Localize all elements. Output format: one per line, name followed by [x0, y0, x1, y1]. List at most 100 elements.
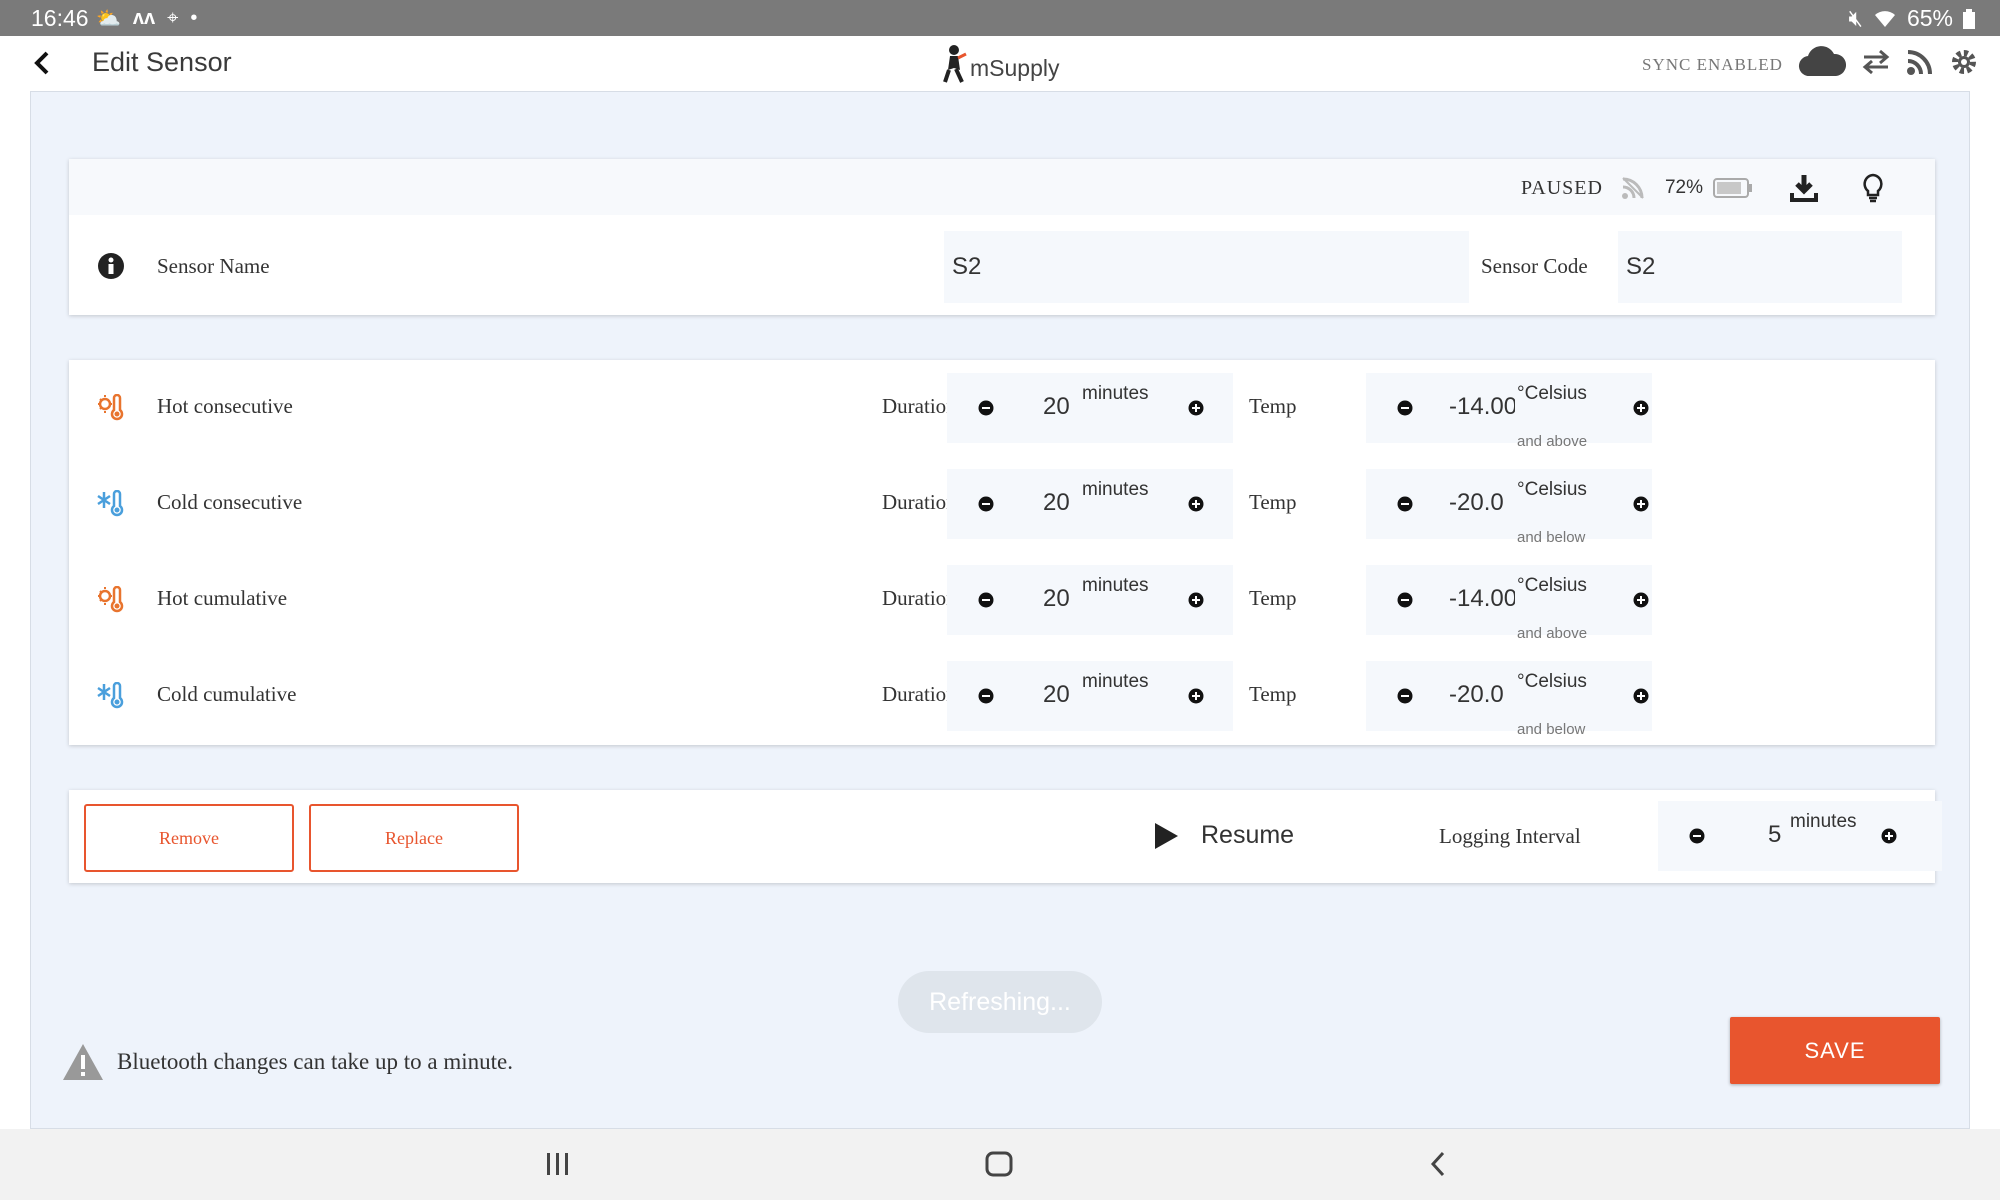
temp-stepper: -20.0 °Celsius and below [1366, 661, 1654, 738]
logging-interval-value[interactable]: 5 [1768, 821, 1781, 849]
temp-qualifier: and above [1517, 625, 1588, 642]
app-notification-icon: ʌʌ [132, 7, 156, 29]
status-time: 16:46 [31, 5, 89, 31]
android-nav-bar [0, 1129, 2000, 1200]
warning-message: Bluetooth changes can take up to a minut… [117, 1049, 513, 1074]
temp-stepper: -14.00 °Celsius and above [1366, 373, 1654, 450]
temp-value[interactable]: -14.00 [1449, 585, 1515, 613]
duration-unit: minutes [1082, 575, 1149, 596]
sensor-name-input[interactable]: S2 [944, 231, 1469, 303]
decrement-button[interactable] [1392, 395, 1418, 421]
decrement-button[interactable] [973, 587, 999, 613]
page-title: Edit Sensor [92, 47, 232, 77]
increment-button[interactable] [1183, 683, 1209, 709]
duration-stepper: 20 minutes [947, 565, 1233, 635]
temp-stepper: -14.00 °Celsius and above [1366, 565, 1654, 642]
increment-button[interactable] [1876, 823, 1902, 849]
info-icon [98, 253, 124, 279]
temp-label: Temp [1249, 682, 1297, 706]
minus-circle-icon [978, 400, 994, 416]
duration-unit: minutes [1082, 671, 1149, 692]
duration-label: Duration [882, 586, 957, 610]
decrement-button[interactable] [973, 683, 999, 709]
logging-interval-unit: minutes [1790, 811, 1857, 832]
duration-label: Duration [882, 394, 957, 418]
back-button[interactable] [26, 47, 58, 79]
temp-label: Temp [1249, 586, 1297, 610]
temp-label: Temp [1249, 394, 1297, 418]
sensor-code-input[interactable]: S2 [1618, 231, 1902, 303]
increment-button[interactable] [1183, 395, 1209, 421]
cloud-icon[interactable] [1798, 46, 1846, 78]
sensor-code-label: Sensor Code [1481, 254, 1588, 278]
minus-circle-icon [1689, 828, 1705, 844]
msupply-logo: mSupply [940, 44, 1059, 84]
minus-circle-icon [1397, 400, 1413, 416]
status-notification-icons: ⛅ ʌʌ ⌖ • [96, 6, 197, 31]
hot-thermometer-icon [98, 394, 124, 421]
duration-value[interactable]: 20 [1043, 585, 1070, 613]
alert-row-hot-consecutive: Hot consecutive Duration 20 minutes Temp… [69, 372, 1935, 450]
temp-unit: °Celsius [1517, 383, 1587, 404]
lightbulb-icon[interactable] [1861, 173, 1885, 203]
decrement-button[interactable] [1684, 823, 1710, 849]
increment-button[interactable] [1628, 683, 1654, 709]
decrement-button[interactable] [1392, 491, 1418, 517]
temp-value[interactable]: -20.0 [1449, 681, 1515, 709]
header-icons [1798, 46, 1978, 78]
minus-circle-icon [978, 496, 994, 512]
rss-icon[interactable] [1906, 48, 1934, 76]
duration-value[interactable]: 20 [1043, 393, 1070, 421]
decrement-button[interactable] [1392, 587, 1418, 613]
logo-text: mSupply [970, 55, 1060, 81]
alert-name: Hot consecutive [157, 394, 293, 418]
location-icon: ⌖ [167, 7, 179, 29]
settings-gear-icon[interactable] [1950, 48, 1978, 76]
replace-button[interactable]: Replace [309, 804, 519, 872]
minus-circle-icon [1397, 592, 1413, 608]
save-button[interactable]: SAVE [1730, 1017, 1940, 1084]
temp-value[interactable]: -14.00 [1449, 393, 1515, 421]
plus-circle-icon [1633, 400, 1649, 416]
duration-value[interactable]: 20 [1043, 681, 1070, 709]
temp-unit: °Celsius [1517, 479, 1587, 500]
download-logs-icon[interactable] [1789, 173, 1819, 203]
dot-icon: • [190, 7, 198, 29]
recent-apps-icon[interactable] [546, 1149, 570, 1179]
play-icon [1155, 822, 1178, 849]
back-nav-icon[interactable] [1428, 1149, 1448, 1179]
no-signal-icon [1621, 177, 1644, 199]
temp-value[interactable]: -20.0 [1449, 489, 1515, 517]
remove-button[interactable]: Remove [84, 804, 294, 872]
resume-button[interactable]: Resume [1153, 821, 1294, 850]
temp-stepper: -20.0 °Celsius and below [1366, 469, 1654, 546]
plus-circle-icon [1188, 592, 1204, 608]
increment-button[interactable] [1628, 587, 1654, 613]
duration-stepper: 20 minutes [947, 661, 1233, 731]
sensor-status-row: PAUSED 72% [1521, 173, 1885, 203]
decrement-button[interactable] [973, 491, 999, 517]
temp-qualifier: and below [1517, 529, 1586, 546]
increment-button[interactable] [1183, 491, 1209, 517]
duration-value[interactable]: 20 [1043, 489, 1070, 517]
decrement-button[interactable] [973, 395, 999, 421]
increment-button[interactable] [1628, 395, 1654, 421]
plus-circle-icon [1633, 688, 1649, 704]
status-right: 🔇︎ 65% [1848, 5, 1975, 32]
duration-unit: minutes [1082, 383, 1149, 404]
duration-label: Duration [882, 490, 957, 514]
minus-circle-icon [1397, 688, 1413, 704]
plus-circle-icon [1188, 496, 1204, 512]
sensor-battery: 72% [1664, 177, 1703, 198]
minus-circle-icon [978, 688, 994, 704]
plus-circle-icon [1881, 828, 1897, 844]
decrement-button[interactable] [1392, 683, 1418, 709]
alert-row-hot-cumulative: Hot cumulative Duration 20 minutes Temp … [69, 564, 1935, 642]
increment-button[interactable] [1628, 491, 1654, 517]
logging-interval-stepper: 5 minutes [1658, 801, 1942, 871]
sync-arrows-icon[interactable] [1862, 49, 1890, 75]
increment-button[interactable] [1183, 587, 1209, 613]
home-icon[interactable] [985, 1149, 1013, 1179]
alert-row-cold-cumulative: Cold cumulative Duration 20 minutes Temp… [69, 660, 1935, 738]
duration-label: Duration [882, 682, 957, 706]
